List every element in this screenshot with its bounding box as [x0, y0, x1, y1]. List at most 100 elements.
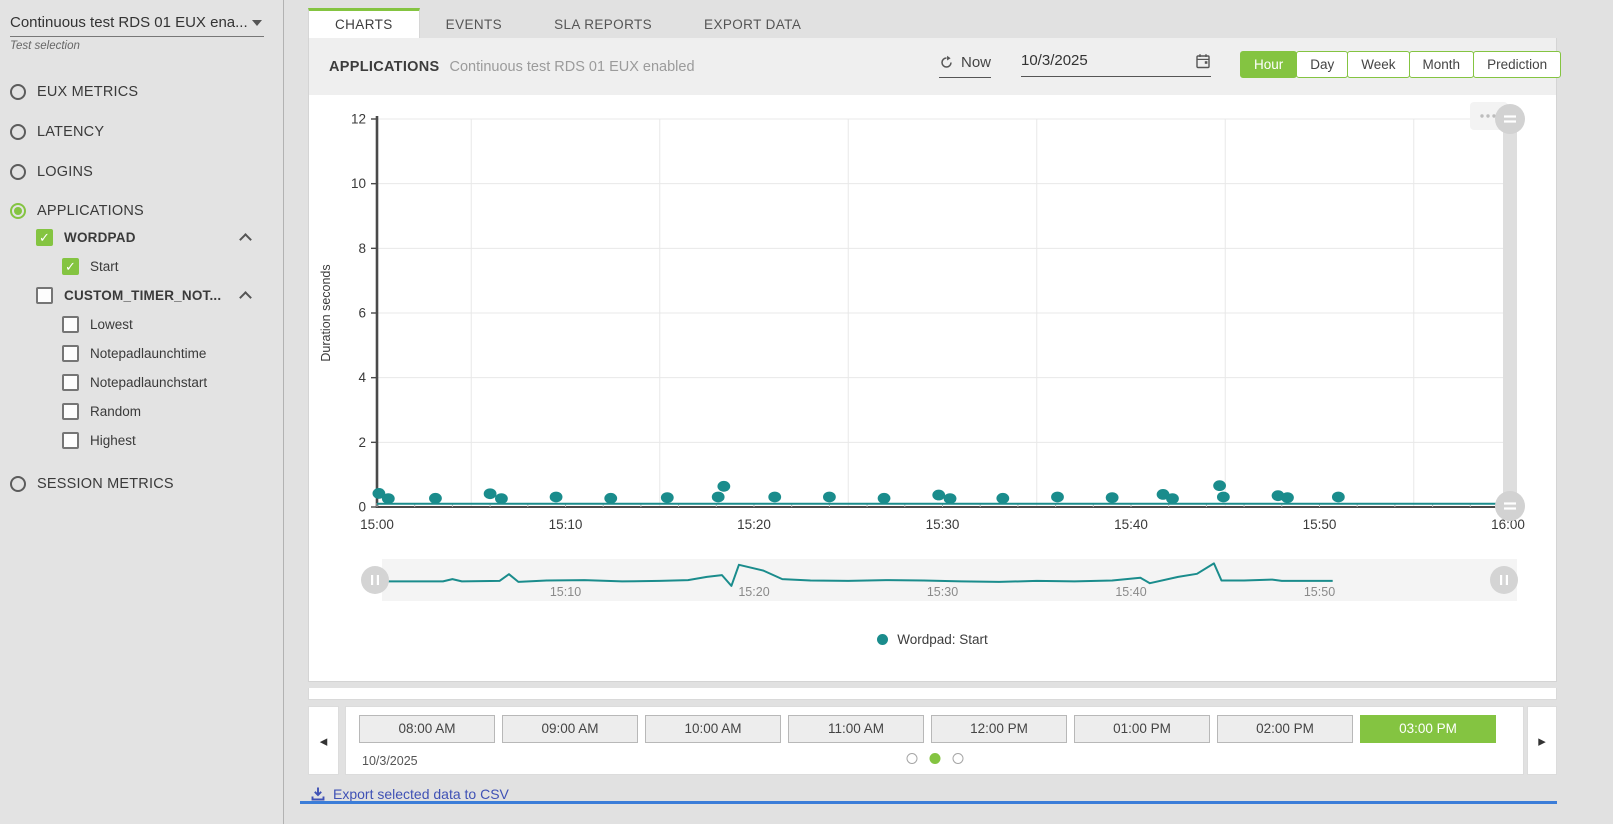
timeslot-0100pm[interactable]: 01:00 PM: [1074, 715, 1210, 743]
checkbox-icon[interactable]: [62, 403, 79, 420]
timeslot-1100am[interactable]: 11:00 AM: [788, 715, 924, 743]
pagination-dot-active[interactable]: [929, 753, 940, 764]
timeline-prev-button[interactable]: ◂: [308, 706, 339, 775]
range-button-day[interactable]: Day: [1296, 51, 1348, 78]
timeslot-0900am[interactable]: 09:00 AM: [502, 715, 638, 743]
navigator-right-handle[interactable]: [1490, 566, 1518, 594]
sidebar-group-wordpad[interactable]: ✓ WORDPAD: [36, 229, 250, 246]
sidebar-item-random[interactable]: Random: [62, 403, 141, 420]
checkbox-icon[interactable]: [36, 287, 53, 304]
range-button-month[interactable]: Month: [1409, 51, 1475, 78]
ellipsis-icon: [1486, 114, 1489, 117]
refresh-now-button[interactable]: Now: [939, 54, 991, 78]
range-button-hour[interactable]: Hour: [1240, 51, 1297, 78]
checkbox-checked-icon[interactable]: ✓: [62, 258, 79, 275]
sidebar-item-start[interactable]: ✓ Start: [62, 258, 119, 275]
checkbox-checked-icon[interactable]: ✓: [36, 229, 53, 246]
pagination-dot[interactable]: [906, 753, 917, 764]
x-tick-label: 15:00: [360, 517, 394, 532]
y-slider-top-handle: [1504, 115, 1516, 117]
tab-charts[interactable]: CHARTS: [308, 8, 420, 38]
navigator-tick-label: 15:50: [1304, 585, 1335, 599]
data-point: [1166, 493, 1179, 504]
navigator-left-handle: [377, 575, 379, 585]
navigator-tick-label: 15:10: [550, 585, 581, 599]
tab-export-data[interactable]: EXPORT DATA: [678, 8, 827, 38]
refresh-icon: [939, 55, 954, 70]
timeline-slots-panel: 08:00 AM 09:00 AM 10:00 AM 11:00 AM 12:0…: [345, 706, 1524, 775]
navigator-left-handle[interactable]: [361, 566, 389, 594]
group-label: CUSTOM_TIMER_NOT...: [64, 288, 221, 303]
chart-legend[interactable]: Wordpad: Start: [308, 632, 1557, 647]
sidebar-item-logins[interactable]: LOGINS: [10, 164, 93, 180]
sidebar-item-latency[interactable]: LATENCY: [10, 124, 104, 140]
radio-icon[interactable]: [10, 164, 26, 180]
calendar-icon[interactable]: [1195, 53, 1211, 69]
sidebar-item-label: LOGINS: [37, 164, 93, 180]
chevron-up-icon[interactable]: [239, 233, 252, 246]
data-point: [661, 492, 674, 503]
check-mark: ✓: [65, 260, 76, 273]
sidebar: Continuous test RDS 01 EUX ena... Test s…: [0, 0, 284, 824]
radio-selected-icon[interactable]: [10, 203, 26, 219]
y-slider-bottom-handle[interactable]: [1495, 491, 1525, 521]
range-button-prediction[interactable]: Prediction: [1473, 51, 1561, 78]
timeslot-1200pm[interactable]: 12:00 PM: [931, 715, 1067, 743]
checkbox-icon[interactable]: [62, 374, 79, 391]
range-button-week[interactable]: Week: [1347, 51, 1409, 78]
y-tick-label: 8: [358, 241, 366, 256]
data-point: [429, 493, 442, 504]
legend-series-dot: [877, 634, 888, 645]
data-point: [1213, 480, 1226, 491]
child-label: Highest: [90, 433, 136, 448]
child-label: Notepadlaunchtime: [90, 346, 206, 361]
chevron-down-icon: [252, 20, 262, 26]
y-tick-label: 10: [351, 176, 366, 191]
navigator-tick-label: 15:20: [738, 585, 769, 599]
export-csv-link[interactable]: Export selected data to CSV: [310, 786, 509, 802]
sidebar-item-eux-metrics[interactable]: EUX METRICS: [10, 84, 138, 100]
checkbox-icon[interactable]: [62, 316, 79, 333]
timeslot-0300pm-selected[interactable]: 03:00 PM: [1360, 715, 1496, 743]
y-tick-label: 12: [351, 112, 366, 127]
data-point: [712, 492, 725, 503]
sidebar-item-session-metrics[interactable]: SESSION METRICS: [10, 476, 174, 492]
sidebar-item-highest[interactable]: Highest: [62, 432, 136, 449]
checkbox-icon[interactable]: [62, 345, 79, 362]
date-picker-field[interactable]: 10/3/2025: [1021, 52, 1211, 77]
tab-sla-reports[interactable]: SLA REPORTS: [528, 8, 678, 38]
timeline-date-label: 10/3/2025: [362, 754, 418, 768]
applications-scatter-chart: 02468101215:0015:1015:2015:3015:4015:501…: [308, 94, 1557, 610]
sidebar-item-label: LATENCY: [37, 124, 104, 140]
sidebar-item-lowest[interactable]: Lowest: [62, 316, 133, 333]
chevron-up-icon[interactable]: [239, 291, 252, 304]
tab-events[interactable]: EVENTS: [420, 8, 528, 38]
radio-icon[interactable]: [10, 124, 26, 140]
export-csv-label: Export selected data to CSV: [333, 786, 509, 802]
radio-icon[interactable]: [10, 84, 26, 100]
sidebar-item-applications[interactable]: APPLICATIONS: [10, 203, 144, 219]
sidebar-item-notepadlaunchstart[interactable]: Notepadlaunchstart: [62, 374, 207, 391]
tab-bar: CHARTS EVENTS SLA REPORTS EXPORT DATA: [308, 8, 827, 38]
timeslot-0800am[interactable]: 08:00 AM: [359, 715, 495, 743]
date-value: 10/3/2025: [1021, 52, 1088, 69]
sidebar-group-custom-timer[interactable]: CUSTOM_TIMER_NOT...: [36, 287, 250, 304]
x-tick-label: 15:10: [549, 517, 583, 532]
sidebar-item-notepadlaunchtime[interactable]: Notepadlaunchtime: [62, 345, 206, 362]
data-point: [996, 493, 1009, 504]
pagination-dot[interactable]: [952, 753, 963, 764]
checkbox-icon[interactable]: [62, 432, 79, 449]
legend-series-label: Wordpad: Start: [897, 632, 988, 647]
y-slider-top-handle[interactable]: [1495, 104, 1525, 134]
y-tick-label: 6: [358, 306, 366, 321]
arrow-left-icon: ◂: [320, 732, 328, 750]
timeslot-0200pm[interactable]: 02:00 PM: [1217, 715, 1353, 743]
radio-icon[interactable]: [10, 476, 26, 492]
test-selection-dropdown[interactable]: Continuous test RDS 01 EUX ena...: [10, 14, 264, 37]
y-range-slider-track[interactable]: [1503, 106, 1517, 520]
data-point: [1281, 492, 1294, 503]
data-point: [382, 493, 395, 504]
data-point: [1051, 492, 1064, 503]
timeslot-1000am[interactable]: 10:00 AM: [645, 715, 781, 743]
timeline-next-button[interactable]: ▸: [1527, 706, 1557, 775]
